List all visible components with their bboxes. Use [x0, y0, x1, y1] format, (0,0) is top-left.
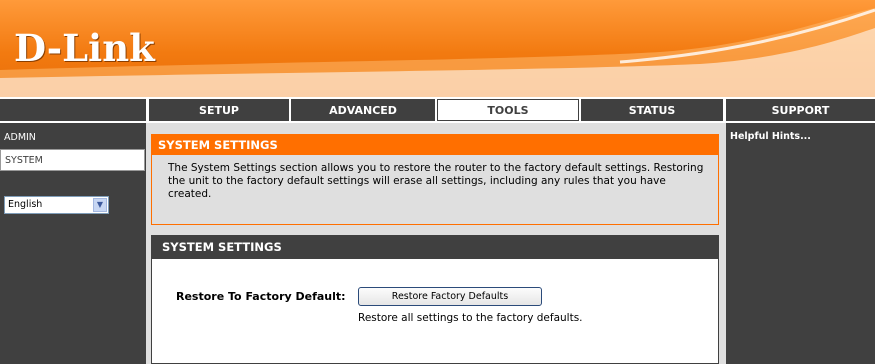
- restore-factory-defaults-button[interactable]: Restore Factory Defaults: [358, 287, 542, 306]
- intro-text: The System Settings section allows you t…: [168, 162, 704, 200]
- tab-status[interactable]: STATUS: [581, 99, 723, 121]
- left-sidebar: ADMIN SYSTEM English ▼: [0, 123, 146, 364]
- sidebar-item-admin[interactable]: ADMIN: [0, 126, 146, 149]
- settings-box: SYSTEM SETTINGS Restore To Factory Defau…: [151, 235, 719, 364]
- language-select[interactable]: English ▼: [4, 196, 109, 214]
- tab-advanced[interactable]: ADVANCED: [291, 99, 435, 121]
- tab-tools[interactable]: TOOLS: [437, 99, 579, 121]
- restore-label: Restore To Factory Default:: [176, 290, 346, 303]
- chevron-down-icon[interactable]: ▼: [93, 198, 107, 212]
- intro-box: SYSTEM SETTINGS The System Settings sect…: [151, 134, 719, 225]
- restore-description: Restore all settings to the factory defa…: [358, 312, 583, 324]
- tab-spacer: [0, 99, 146, 121]
- dlink-logo: D-Link: [14, 26, 155, 70]
- intro-title: SYSTEM SETTINGS: [152, 135, 718, 155]
- helpful-hints-panel: Helpful Hints...: [726, 123, 875, 364]
- tab-support[interactable]: SUPPORT: [726, 99, 875, 121]
- tab-bar: SETUP ADVANCED TOOLS STATUS SUPPORT: [0, 97, 875, 123]
- language-select-value: English: [8, 199, 43, 210]
- tab-setup[interactable]: SETUP: [149, 99, 289, 121]
- header-banner: D-Link: [0, 0, 875, 97]
- main-content: SYSTEM SETTINGS The System Settings sect…: [146, 123, 726, 364]
- settings-title: SYSTEM SETTINGS: [152, 236, 718, 259]
- helpful-hints-title[interactable]: Helpful Hints...: [726, 123, 875, 142]
- sidebar-item-system[interactable]: SYSTEM: [0, 149, 145, 171]
